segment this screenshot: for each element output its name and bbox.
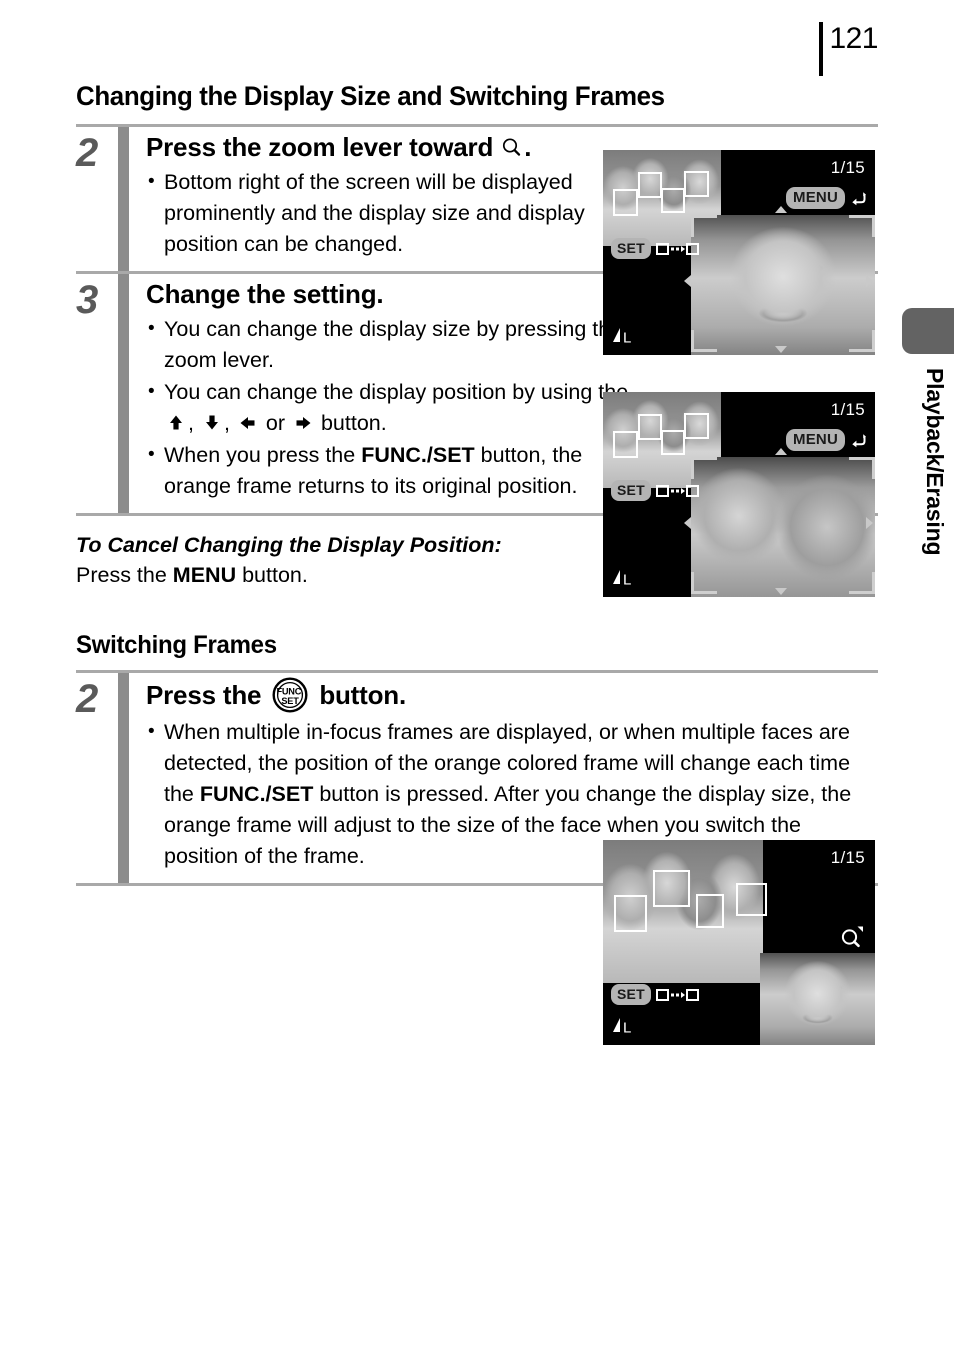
step-heading: Change the setting. [146,279,384,309]
set-button-badge: SET [611,238,651,259]
set-switch-indicator: SET [611,480,700,501]
return-arrow-icon [850,432,867,449]
face-frame-1 [613,189,638,216]
step-number: 2 [76,677,98,721]
arrow-left-icon [238,411,258,431]
bullet-text-prefix: When you press the [164,443,362,467]
lcd-zoomed-face-view: 1/15 MENU SET L [603,150,875,355]
face-frame-4 [736,883,767,916]
step-heading-period: . [524,132,532,162]
face-frame-4-selected [684,171,709,197]
step-heading-prefix: Press the [146,680,269,710]
nav-right-indicator [866,275,873,287]
cancel-note-prefix: Press the [76,563,173,587]
set-switch-indicator: SET [611,984,700,1005]
nav-left-indicator [684,517,691,529]
face-frame-1 [613,431,638,458]
frame-switch-icon [655,484,700,498]
inset-face-photo [760,953,875,1045]
step-heading-suffix: button. [312,680,406,710]
menu-return-indicator: MENU [786,187,867,209]
crop-frame [691,457,875,594]
nav-left-indicator [684,275,691,287]
menu-return-indicator: MENU [786,429,867,451]
svg-text:L: L [623,1020,631,1037]
face-frame-3 [696,894,724,928]
step-3-bullet-list: You can change the display size by press… [146,313,646,502]
step-number: 3 [76,278,98,322]
chapter-tab-marker [902,308,954,354]
menu-button-badge: MENU [786,187,845,209]
bullet-sep-2: , [223,411,236,435]
svg-text:L: L [623,572,631,589]
arrow-up-icon [166,411,186,431]
chapter-tab-label: Playback/Erasing [922,368,948,556]
svg-text:FUNC.: FUNC. [277,686,304,696]
bullet-text-mid: or [259,411,291,435]
page-number: 121 [829,22,878,55]
magnifier-icon [501,134,523,156]
list-item: When you press the FUNC./SET button, the… [146,439,646,502]
cancel-note-suffix: button. [236,563,308,587]
image-quality-indicator: L [611,1015,637,1037]
face-frame-2 [638,172,662,198]
func-set-label: FUNC./SET [361,443,475,467]
nav-down-indicator [775,588,787,595]
step-heading-text: Press the zoom lever toward [146,132,501,162]
face-frame-4-selected [684,413,709,439]
magnifier-icon [839,924,865,950]
page-number-block: 121 [819,22,878,76]
frame-counter: 1/15 [830,400,865,419]
frame-switch-icon [655,988,700,1002]
list-item: Bottom right of the screen will be displ… [146,166,646,260]
face-frame-2 [653,870,690,907]
list-item: You can change the display position by u… [146,376,646,439]
func-set-button-icon: FUNC. SET [272,677,308,713]
nav-down-indicator [775,346,787,353]
arrow-right-icon [293,411,313,431]
menu-button-label: MENU [172,563,237,587]
bullet-text-prefix: You can change the display position by u… [164,380,629,404]
set-switch-indicator: SET [611,238,700,259]
svg-text:L: L [623,330,631,347]
face-frame-2 [638,414,662,440]
set-button-badge: SET [611,984,651,1005]
page-title: Changing the Display Size and Switching … [76,81,665,111]
step-heading: Press the FUNC. SET button. [146,677,646,713]
step-number: 2 [76,131,98,175]
crop-frame [691,215,875,352]
image-quality-indicator: L [611,325,637,347]
subsection-title: Switching Frames [76,631,277,659]
lcd-display-position-view: 1/15 MENU SET L [603,392,875,597]
face-frame-1-selected [614,895,647,932]
nav-right-indicator [866,517,873,529]
arrow-down-icon [202,411,222,431]
frame-switch-icon [655,242,700,256]
page-number-rule [819,22,824,76]
face-frame-3 [661,430,685,455]
set-button-badge: SET [611,480,651,501]
face-frame-3 [661,188,685,213]
svg-text:SET: SET [282,696,300,706]
step-heading: Press the zoom lever toward . [146,131,646,163]
step-accent-bar [118,673,129,883]
menu-button-badge: MENU [786,429,845,451]
step-accent-bar [118,274,129,513]
image-quality-indicator: L [611,567,637,589]
step-2-bullet-list: Bottom right of the screen will be displ… [146,166,646,260]
frame-counter: 1/15 [830,848,865,867]
bullet-text-suffix: button. [314,411,387,435]
lcd-switching-frames-view: 1/15 SET L [603,840,875,1045]
frame-counter: 1/15 [830,158,865,177]
return-arrow-icon [850,190,867,207]
list-item: You can change the display size by press… [146,313,646,376]
func-set-label: FUNC./SET [199,782,314,806]
bullet-sep-1: , [188,411,200,435]
step-accent-bar [118,127,129,271]
